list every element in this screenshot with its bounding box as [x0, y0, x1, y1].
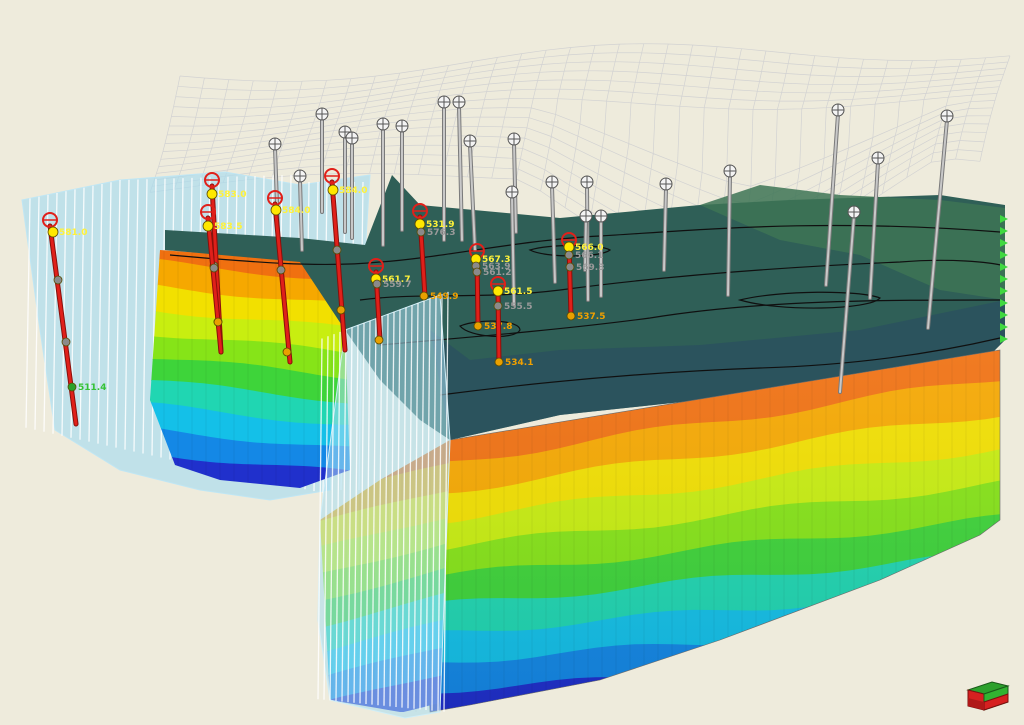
formation-marker[interactable]	[213, 317, 223, 327]
marker-label: 569.3	[576, 263, 604, 273]
formation-marker[interactable]	[282, 347, 292, 357]
marker-label: 576.3	[427, 228, 455, 238]
formation-marker[interactable]	[564, 250, 574, 260]
marker-label: 584.0	[339, 186, 367, 196]
formation-marker[interactable]	[276, 265, 286, 275]
marker-label: 537.5	[577, 312, 605, 322]
marker-label: 561.5	[504, 287, 532, 297]
formation-marker[interactable]	[419, 291, 429, 301]
formation-marker[interactable]	[270, 204, 282, 216]
formation-marker[interactable]	[336, 305, 346, 315]
formation-marker[interactable]	[563, 241, 575, 253]
formation-marker[interactable]	[61, 337, 71, 347]
formation-marker[interactable]	[566, 311, 576, 321]
marker-label: 583.5	[214, 222, 242, 232]
formation-marker[interactable]	[202, 220, 214, 232]
formation-marker[interactable]	[374, 335, 384, 345]
formation-marker[interactable]	[53, 275, 63, 285]
marker-label: 581.0	[59, 228, 87, 238]
formation-marker[interactable]	[47, 226, 59, 238]
formation-marker[interactable]	[565, 262, 575, 272]
formation-marker[interactable]	[416, 227, 426, 237]
marker-label: 584.0	[282, 206, 310, 216]
marker-label: 555.5	[504, 302, 532, 312]
geomodel-scene[interactable]: 581.0511.4583.0 584.0583.5584.0561.7559.7…	[0, 0, 1024, 725]
3d-viewport[interactable]: 581.0 511.4 583.0 584.0 583.5 584.0 561.7 559.7…	[0, 0, 1024, 725]
marker-label: 511.4	[78, 383, 106, 393]
marker-label: 534.1	[505, 358, 533, 368]
formation-marker[interactable]	[493, 301, 503, 311]
formation-marker[interactable]	[209, 263, 219, 273]
orientation-cube-icon[interactable]	[962, 676, 1014, 716]
formation-marker[interactable]	[327, 184, 339, 196]
marker-label: 566.1	[575, 251, 603, 261]
formation-marker[interactable]	[67, 382, 77, 392]
formation-marker[interactable]	[372, 279, 382, 289]
formation-marker[interactable]	[206, 188, 218, 200]
marker-label: 583.0	[218, 190, 246, 200]
formation-marker[interactable]	[414, 218, 426, 230]
formation-marker[interactable]	[494, 357, 504, 367]
marker-label: 559.7	[383, 280, 411, 290]
formation-marker[interactable]	[473, 321, 483, 331]
formation-marker[interactable]	[332, 245, 342, 255]
formation-marker[interactable]	[472, 267, 482, 277]
formation-marker[interactable]	[492, 285, 504, 297]
marker-label: 549.9	[430, 292, 458, 302]
